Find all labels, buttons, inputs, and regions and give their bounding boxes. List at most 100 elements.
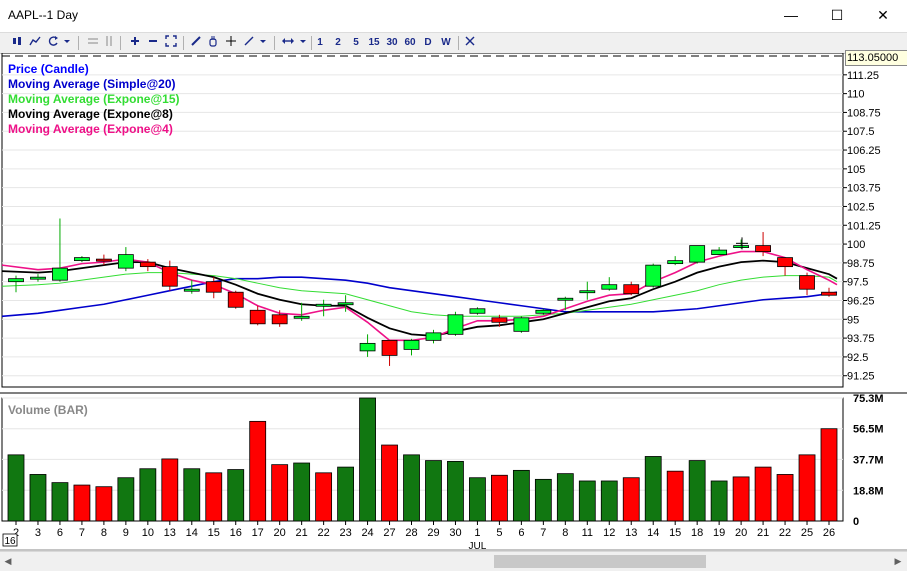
volume-bar [688, 460, 706, 522]
volume-bar [578, 480, 596, 522]
x-tick-label-31: 18 [691, 527, 703, 539]
x-tick-label-13: 21 [296, 527, 308, 539]
minimize-button[interactable]: — [768, 0, 814, 32]
scroll-right-icon[interactable]: ▶ [891, 554, 905, 569]
chart-area[interactable]: 111.25 110 108.75 107.5 106.25 105 103.75 102.5… [0, 50, 907, 570]
volume-bar [205, 472, 223, 522]
volume-bar [337, 466, 354, 522]
x-tick-label-8: 14 [186, 527, 198, 539]
volume-bar [534, 478, 552, 522]
fit-screen-icon[interactable] [164, 35, 178, 51]
candle-body [513, 317, 530, 332]
crosshair-icon[interactable] [224, 35, 238, 51]
scroll-horizontal-icon[interactable] [280, 35, 296, 51]
candle-body [821, 291, 837, 296]
refresh-icon[interactable] [46, 35, 60, 51]
x-tick-label-33: 20 [735, 527, 747, 539]
zoom-out-icon[interactable] [146, 35, 160, 51]
x-tick-label-24: 7 [540, 527, 546, 539]
volume-bar [469, 477, 486, 522]
candle-body [381, 339, 398, 356]
x-tick-label-11: 17 [252, 527, 264, 539]
volume-bar [51, 482, 69, 522]
candle-body [315, 303, 332, 307]
volume-bar [798, 454, 816, 522]
refresh-dropdown-icon[interactable] [62, 35, 72, 51]
scroll-left-icon[interactable]: ◀ [1, 554, 15, 569]
volume-bar [293, 462, 311, 522]
vertical-line-icon[interactable] [103, 35, 115, 51]
volume-bar [512, 469, 530, 522]
candle-body [403, 339, 420, 350]
volume-bar [622, 477, 640, 522]
x-tick-label-19: 29 [427, 527, 439, 539]
price-tick-label-7: 102.5 [847, 201, 875, 213]
scroll-dropdown-icon[interactable] [298, 35, 308, 51]
trend-line-icon[interactable] [242, 35, 256, 51]
candle-body [227, 291, 244, 308]
volume-bar [491, 474, 508, 522]
volume-bar [359, 397, 376, 522]
x-tick-label-20: 30 [449, 527, 461, 539]
x-tick-label-32: 19 [713, 527, 725, 539]
volume-bar [271, 464, 289, 522]
clear-drawings-icon[interactable] [463, 35, 477, 51]
period-week-button[interactable]: W [439, 35, 453, 51]
candle-body [425, 332, 442, 341]
price-tick-label-10: 98.75 [847, 258, 875, 270]
indicator-icon[interactable] [28, 35, 42, 51]
horizontal-scrollbar[interactable]: ◀ ▶ [0, 551, 907, 571]
x-tick-label-15: 23 [339, 527, 351, 539]
price-type-icon[interactable] [10, 35, 24, 51]
period-5-button[interactable]: 5 [350, 35, 362, 51]
candle-body [557, 297, 574, 301]
horizontal-line-icon[interactable] [86, 35, 100, 51]
volume-bar [73, 484, 91, 522]
pan-hand-icon[interactable] [206, 35, 220, 51]
volume-bar [381, 444, 398, 522]
candle-body [579, 290, 596, 294]
candle-body [74, 257, 90, 262]
x-tick-label-22: 5 [496, 527, 502, 539]
volume-bar [710, 480, 728, 522]
period-day-button[interactable]: D [422, 35, 434, 51]
volume-bar [776, 474, 794, 522]
scrollbar-thumb[interactable] [494, 555, 706, 568]
x-tick-label-36: 25 [801, 527, 813, 539]
volume-bar [447, 460, 464, 522]
x-tick-label-21: 1 [474, 527, 480, 539]
x-tick-label-5: 9 [123, 527, 129, 539]
period-2-button[interactable]: 2 [332, 35, 344, 51]
volume-bar [425, 460, 442, 522]
volume-bar [249, 420, 267, 522]
price-tick-label-2: 108.75 [847, 107, 881, 119]
volume-bar [315, 472, 333, 522]
x-tick-label-37: 26 [823, 527, 835, 539]
maximize-button[interactable]: ☐ [814, 0, 860, 32]
volume-bar [117, 477, 135, 522]
candle-body [337, 302, 354, 306]
candle-body [645, 264, 662, 287]
x-tick-label-9: 15 [208, 527, 220, 539]
volume-title: Volume (BAR) [8, 403, 88, 417]
candle-body [777, 257, 793, 268]
period-15-button[interactable]: 15 [366, 35, 382, 51]
volume-bar [754, 466, 772, 522]
candle-body [139, 261, 156, 268]
trend-line-dropdown-icon[interactable] [258, 35, 268, 51]
candle-body [161, 266, 178, 287]
price-tick-label-4: 106.25 [847, 145, 881, 157]
close-button[interactable]: ✕ [860, 0, 906, 32]
candle-body [623, 284, 640, 295]
zoom-in-icon[interactable] [128, 35, 142, 51]
volume-bar [29, 474, 47, 522]
period-60-button[interactable]: 60 [402, 35, 418, 51]
volume-tick-label-3: 18.8M [853, 485, 884, 497]
candle-body [733, 245, 750, 248]
period-30-button[interactable]: 30 [384, 35, 400, 51]
chart-toolbar: 1 2 5 15 30 60 D W [0, 32, 907, 54]
period-1-button[interactable]: 1 [314, 35, 326, 51]
legend-ema15: Moving Average (Expone@15) [8, 92, 180, 106]
month-label-jul: JUL [469, 541, 487, 551]
draw-pencil-icon[interactable] [189, 35, 203, 51]
